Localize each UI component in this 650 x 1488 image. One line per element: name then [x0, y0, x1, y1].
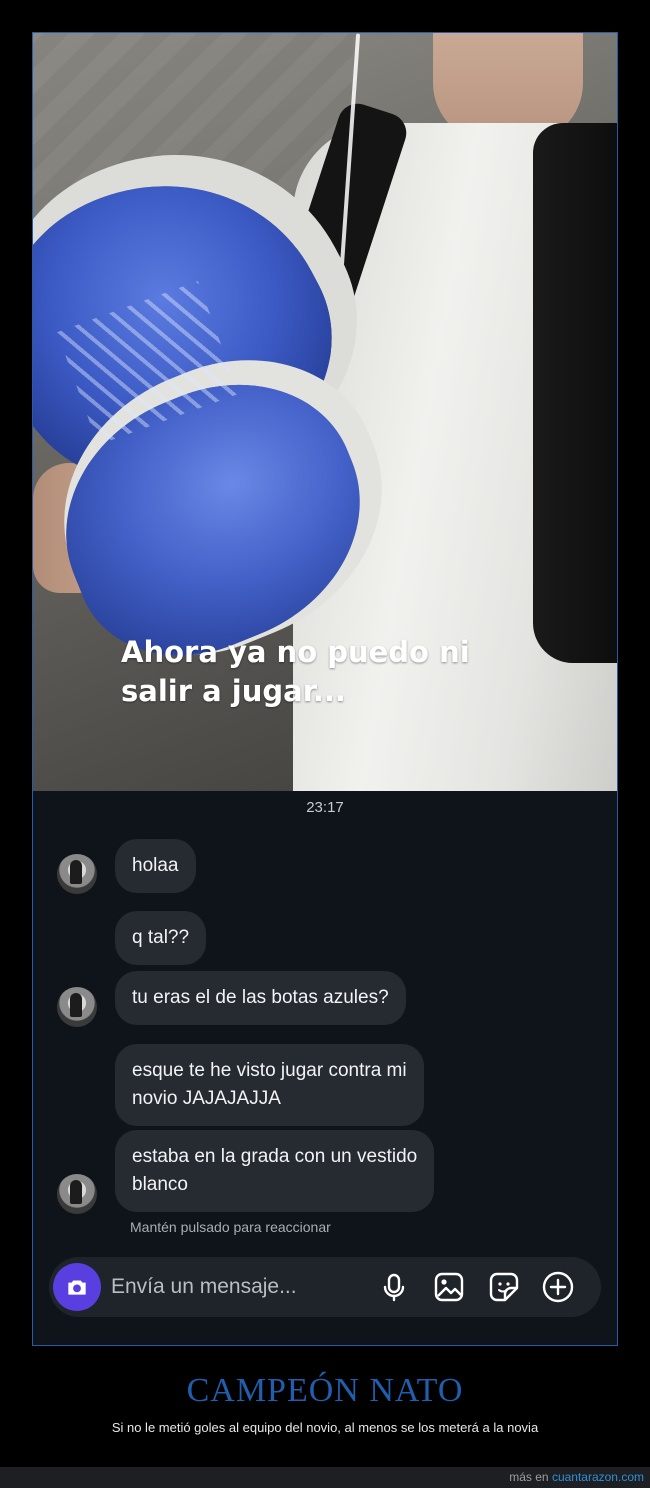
sender-avatar[interactable]: [57, 1174, 97, 1214]
message-bubble[interactable]: q tal??: [115, 911, 207, 965]
gallery-icon: [434, 1272, 464, 1302]
reaction-hint: Mantén pulsado para reaccionar: [130, 1219, 331, 1235]
site-link[interactable]: cuantarazon.com: [552, 1470, 644, 1484]
message-text-line: esque te he visto jugar contra mi: [132, 1060, 407, 1081]
footer-prefix: más en: [509, 1470, 549, 1484]
sticker-button[interactable]: [487, 1270, 521, 1304]
message-bubble[interactable]: tu eras el de las botas azules?: [115, 971, 406, 1025]
message-text-line: novio JAJAJAJJA: [132, 1088, 281, 1109]
message-bubble[interactable]: holaa: [115, 839, 196, 893]
microphone-icon: [383, 1273, 405, 1302]
camera-icon: [68, 1280, 86, 1295]
caption-line-1: Ahora ya no puedo ni: [121, 635, 470, 669]
post-title: CAMPEÓN NATO: [186, 1372, 464, 1409]
plus-icon: [542, 1271, 574, 1303]
screenshot-frame: Ahora ya no puedo ni salir a jugar... 23…: [32, 32, 618, 1346]
message-input[interactable]: [111, 1267, 371, 1307]
message-text-line: estaba en la grada con un vestido: [132, 1146, 418, 1167]
sender-avatar[interactable]: [57, 854, 97, 894]
message-text: tu eras el de las botas azules?: [132, 987, 389, 1008]
camera-button[interactable]: [53, 1263, 101, 1311]
backpack: [533, 123, 617, 663]
post-subtitle: Si no le metió goles al equipo del novio…: [111, 1420, 539, 1435]
site-footer: más en cuantarazon.com: [0, 1467, 650, 1488]
story-photo: Ahora ya no puedo ni salir a jugar...: [33, 33, 617, 791]
caption-line-2: salir a jugar...: [121, 674, 346, 708]
message-text-line: blanco: [132, 1174, 188, 1195]
sender-avatar[interactable]: [57, 987, 97, 1027]
story-caption: Ahora ya no puedo ni salir a jugar...: [121, 633, 521, 711]
message-bubble[interactable]: estaba en la grada con un vestido blanco: [115, 1130, 435, 1212]
more-options-button[interactable]: [541, 1270, 575, 1304]
message-timestamp: 23:17: [306, 799, 344, 816]
message-composer: [49, 1257, 601, 1317]
sticker-icon: [489, 1272, 519, 1302]
message-bubble[interactable]: esque te he visto jugar contra mi novio …: [115, 1044, 424, 1126]
gallery-button[interactable]: [432, 1270, 466, 1304]
message-text: q tal??: [132, 927, 190, 948]
message-text: holaa: [132, 855, 179, 876]
microphone-button[interactable]: [377, 1270, 411, 1304]
